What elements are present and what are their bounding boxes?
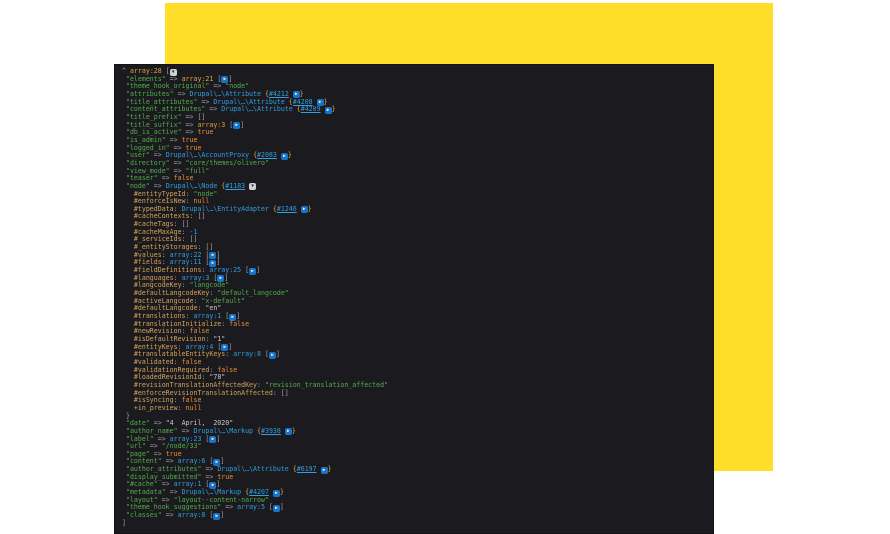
dump-punctuation: [ [205, 511, 214, 520]
dump-array-token: } [307, 204, 312, 213]
dump-line: #entityTypeId: "node" [122, 190, 709, 199]
dump-line: ] [122, 518, 709, 528]
expand-toggle-icon[interactable]: ▶ [320, 466, 328, 474]
dump-array-token: } [291, 426, 296, 435]
object-ref-link[interactable]: #1246 [277, 205, 297, 213]
dump-punctuation: ] [256, 266, 261, 275]
dump-line: "display_submitted" => true [122, 473, 709, 482]
expand-toggle-icon[interactable]: ▶ [272, 504, 280, 512]
dump-line: #cacheContexts: [] [122, 213, 709, 221]
dump-array-token: } [331, 105, 336, 114]
dump-line: "directory" => "core/themes/olivero" [122, 159, 709, 168]
dump-line: "content_attributes" => Drupal\…\Attribu… [122, 105, 709, 114]
page: { "colors": { "background": "#ffffff", "… [0, 0, 890, 534]
dump-punctuation: [ [201, 434, 210, 443]
object-ref-link[interactable]: #4209 [301, 105, 321, 113]
object-ref-link[interactable]: #3938 [261, 427, 281, 435]
dump-line: "view_mode" => "full" [122, 167, 709, 176]
dump-property-name: +in_preview [133, 403, 178, 412]
dump-line: "url" => "/node/33" [122, 442, 709, 451]
dump-class-name: array:8 [233, 350, 261, 359]
dump-line: #values: array:22 [▶] [122, 251, 709, 260]
dump-class-name: Drupal\…\Attribute [221, 105, 293, 114]
dump-key-string: "classes" [125, 511, 162, 520]
dump-line: "label" => array:23 [▶] [122, 434, 709, 444]
dump-class-name: array:8 [177, 511, 206, 520]
dump-punctuation: [ [241, 266, 250, 275]
var-dump-output: ^ array:28 [▼ "elements" => array:21 [▶]… [115, 65, 713, 527]
dump-punctuation: : [225, 350, 234, 359]
expand-toggle-icon[interactable]: ▶ [280, 152, 288, 160]
var-dump-panel: ^ array:28 [▼ "elements" => array:21 [▶]… [115, 65, 713, 533]
expand-toggle-icon[interactable]: ▶ [272, 489, 280, 497]
dump-class-name: array:5 [237, 503, 265, 512]
dump-line: #typedData: Drupal\…\EntityAdapter {#124… [122, 204, 709, 214]
dump-line: "is_admin" => true [122, 136, 709, 145]
dump-punctuation: [ [225, 120, 234, 129]
dump-constant: true [197, 128, 214, 137]
dump-array-token: } [287, 151, 292, 160]
dump-punctuation: [ [260, 350, 269, 359]
dump-line: "db_is_active" => true [122, 128, 709, 137]
dump-punctuation: ] [220, 511, 225, 520]
dump-line: #_entityStorages: [] [122, 243, 709, 252]
dump-punctuation: : [] [189, 212, 206, 221]
dump-punctuation: : [177, 403, 186, 412]
expand-toggle-icon[interactable]: ▶ [268, 351, 276, 359]
object-ref-link[interactable]: #6197 [297, 465, 317, 473]
dump-punctuation: ] [279, 503, 284, 512]
dump-line: #cacheTags: [] [122, 220, 709, 229]
dump-punctuation [321, 105, 325, 113]
dump-punctuation [317, 465, 321, 473]
dump-line: +in_preview: null [122, 403, 709, 413]
dump-punctuation: : [] [272, 388, 289, 397]
dump-punctuation: [ [264, 503, 273, 512]
dump-punctuation: ] [275, 350, 280, 359]
dump-line: #isSyncing: false [122, 396, 709, 405]
dump-punctuation: ] [216, 434, 221, 443]
dump-punctuation: => [161, 511, 178, 520]
dump-array-token: } [327, 465, 332, 474]
dump-line: #translatableEntityKeys: array:8 [▶] [122, 350, 709, 359]
dump-line: "author_name" => Drupal\…\Markup {#3938 … [122, 426, 709, 436]
dump-line: #enforceRevisionTranslationAffected: [] [122, 388, 709, 398]
dump-line: #cacheMaxAge: -1 [122, 228, 709, 237]
expand-toggle-icon[interactable]: ▶ [324, 106, 332, 114]
dump-constant: null [185, 403, 202, 412]
expand-toggle-icon[interactable]: ▶ [284, 428, 292, 436]
dump-line: "classes" => array:8 [▶] [122, 511, 709, 520]
dump-constant: false [229, 319, 250, 328]
dump-punctuation: ] [122, 518, 126, 527]
dump-array-token: } [279, 488, 284, 497]
dump-line: #translationInitialize: false [122, 319, 709, 329]
object-ref-link[interactable]: #1183 [225, 182, 245, 190]
dump-punctuation: ] [240, 120, 245, 129]
dump-punctuation: => [205, 105, 222, 114]
collapse-toggle-icon[interactable]: ▼ [249, 183, 257, 191]
expand-toggle-icon[interactable]: ▶ [300, 206, 308, 214]
